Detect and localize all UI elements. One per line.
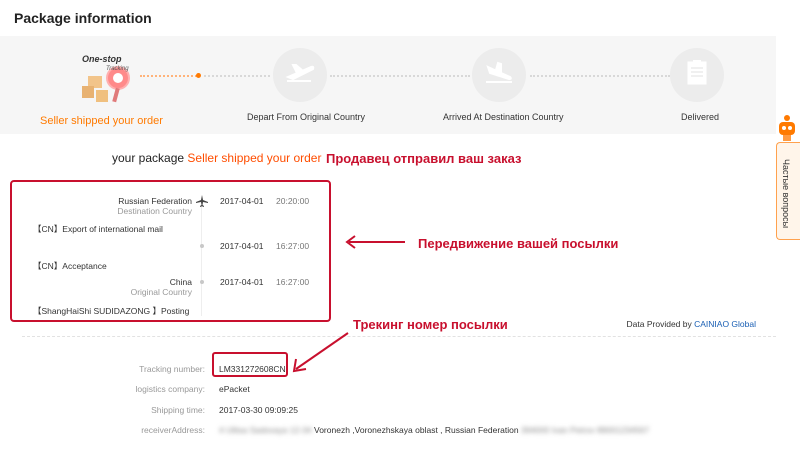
package-status-summary: your package Seller shipped your order [112,151,321,165]
annotation-status-ru: Продавец отправил ваш заказ [326,151,522,166]
event-time: 16:27:00 [276,241,310,251]
receiver-address-redacted: 394000 Ivan Petrov 89001234567 [520,425,650,435]
event-location-name: Russian Federation [118,196,192,206]
event-description: 【CN】Acceptance [33,261,107,271]
tracking-number-label: Tracking number: [139,364,205,374]
robot-assistant-icon[interactable] [776,113,798,143]
event-location-type: Destination Country [117,206,192,216]
step-arrived-circle [472,48,526,102]
step-label-seller-shipped: Seller shipped your order [40,115,163,127]
cainiao-link[interactable]: CAINIAO Global [694,319,756,329]
one-stop-label: One-stop [82,54,122,64]
faq-label: Частые вопросы [781,159,791,229]
progress-connector [330,75,470,77]
tracking-number-value[interactable]: LM331272608CN [219,364,286,374]
event-location: Russian Federation Destination Country [22,196,192,216]
progress-connector [140,75,200,77]
timeline-dot [200,244,204,248]
annotation-arrow-icon [343,234,407,255]
summary-prefix: your package [112,151,185,165]
plane-arrive-icon [484,61,514,90]
receiver-address-value: 4 Ulitsa Sadovaya 12-34 Voronezh ,Vorone… [219,425,649,435]
event-location-name: China [169,277,192,287]
step-label-delivered: Delivered [681,112,720,122]
plane-icon [196,194,208,212]
page-title: Package information [14,10,152,26]
timeline-line [201,206,202,316]
progress-connector [204,75,270,77]
step-depart-circle [273,48,327,102]
receiver-address-redacted: 4 Ulitsa Sadovaya 12-34 [219,425,312,435]
shipping-time-label: Shipping time: [151,405,205,415]
tracking-label: Tracking [106,66,129,72]
event-location-type: Original Country [130,287,192,297]
step-label-depart: Depart From Original Country [247,112,366,122]
receiver-address-label: receiverAddress: [141,425,205,435]
progress-connector [530,75,670,77]
data-provided-prefix: Data Provided by [626,319,692,329]
logistics-company-value: ePacket [219,384,250,394]
annotation-movement-ru: Передвижение вашей посылки [418,236,619,251]
progress-current-dot [196,73,201,78]
section-divider [22,336,776,337]
receiver-address-city: Voronezh ,Voronezhskaya oblast , Russian… [314,425,519,435]
annotation-tracking-ru: Трекинг номер посылки [353,317,508,332]
event-location: China Original Country [22,277,192,297]
event-date: 2017-04-01 [220,241,264,251]
one-stop-tracking-icon: One-stop Tracking [78,50,138,108]
step-delivered-circle [670,48,724,102]
faq-tab[interactable]: Частые вопросы [776,142,800,240]
event-date: 2017-04-01 [220,277,264,287]
event-description: 【ShangHaiShi SUDIDAZONG 】Posting [33,306,190,316]
shipping-time-value: 2017-03-30 09:09:25 [219,405,298,415]
plane-depart-icon [285,61,315,90]
summary-status: Seller shipped your order [187,151,322,165]
data-provided-credit: Data Provided by CAINIAO Global [627,319,756,329]
timeline-dot [200,280,204,284]
event-date: 2017-04-01 [220,196,264,206]
annotation-arrow-icon [290,329,352,380]
delivered-document-icon [685,59,709,92]
event-time: 16:27:00 [276,277,310,287]
logistics-company-label: logistics company: [135,384,205,394]
step-label-arrived: Arrived At Destination Country [443,112,564,122]
event-description: 【CN】Export of international mail [33,224,163,234]
event-time: 20:20:00 [276,196,310,206]
